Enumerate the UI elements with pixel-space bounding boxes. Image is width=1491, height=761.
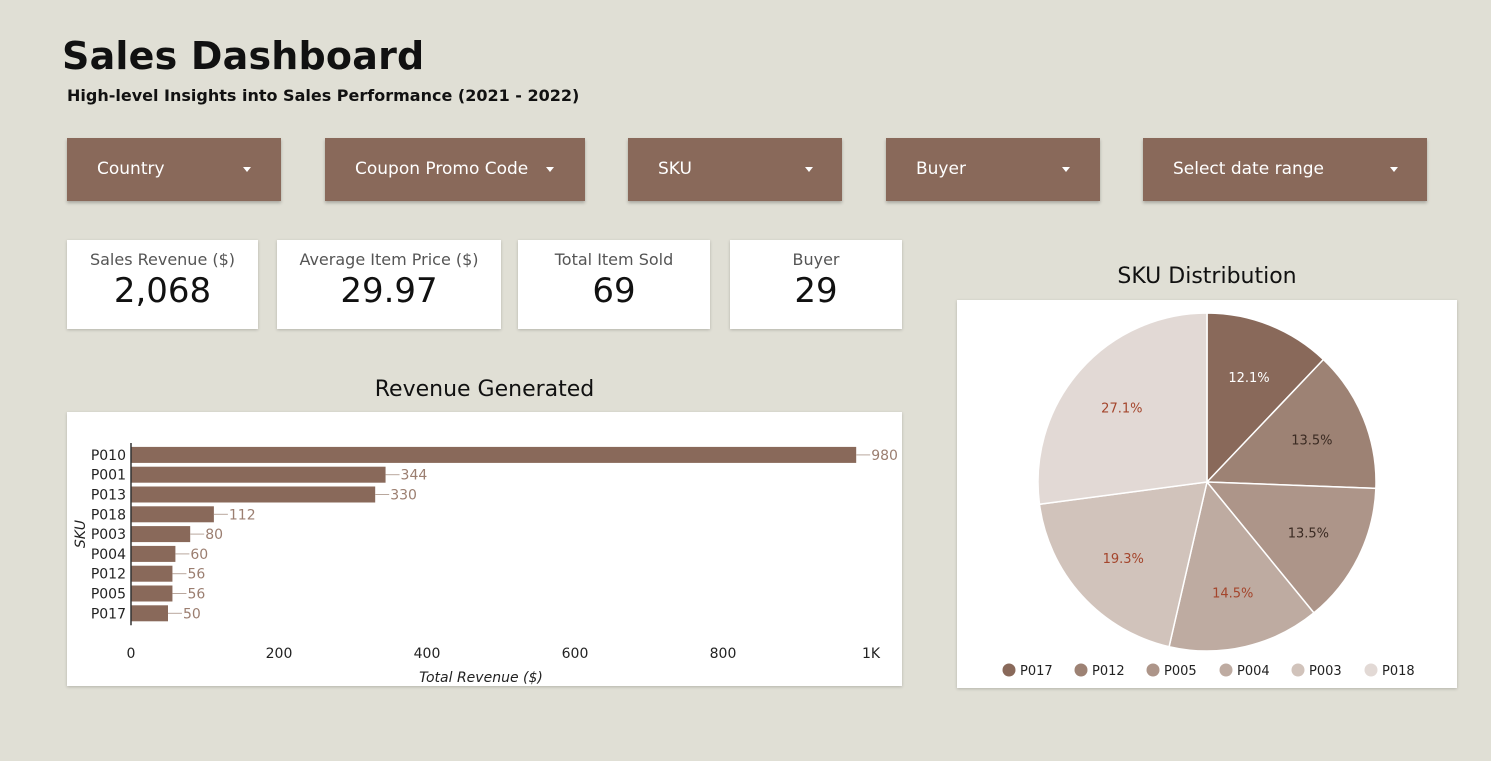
- revenue-bar-chart-panel: P010 980 P001 344 P013 330 P018 112 P003 80 P004 60…: [67, 412, 902, 686]
- slice-label: 14.5%: [1212, 586, 1253, 601]
- kpi-sales-revenue: Sales Revenue ($) 2,068: [67, 240, 258, 329]
- y-tick-label: P017: [91, 606, 126, 622]
- legend-swatch: [1074, 663, 1088, 677]
- kpi-value: 69: [592, 271, 636, 311]
- x-axis-label: Total Revenue ($): [419, 670, 543, 686]
- x-tick-label: 0: [127, 646, 136, 662]
- kpi-average-item-price: Average Item Price ($) 29.97: [277, 240, 501, 329]
- legend-label: P004: [1237, 664, 1270, 679]
- page-subtitle: High-level Insights into Sales Performan…: [67, 86, 580, 105]
- legend-label: P017: [1020, 664, 1053, 679]
- kpi-value: 29: [794, 271, 838, 311]
- bar-chart-title: Revenue Generated: [374, 377, 595, 402]
- revenue-bar-chart: P010 980 P001 344 P013 330 P018 112 P003 80 P004 60…: [73, 443, 898, 686]
- bar: [131, 486, 376, 503]
- chevron-down-icon: [1062, 167, 1070, 172]
- data-label: 60: [190, 547, 208, 563]
- x-tick-label: 600: [562, 646, 589, 662]
- data-label: 56: [187, 587, 205, 603]
- legend-swatch: [1291, 663, 1305, 677]
- slice-label: 13.5%: [1291, 433, 1332, 448]
- kpi-label: Total Item Sold: [554, 250, 674, 269]
- chevron-down-icon: [546, 167, 554, 172]
- slice-label: 12.1%: [1228, 371, 1269, 386]
- kpi-total-item-sold: Total Item Sold 69: [518, 240, 710, 329]
- kpi-label: Buyer: [792, 250, 840, 269]
- chevron-down-icon: [1390, 167, 1398, 172]
- kpi-value: 29.97: [340, 271, 438, 311]
- y-tick-label: P012: [91, 567, 126, 583]
- sku-pie-chart-panel: 12.1% 13.5% 13.5% 14.5% 19.3% 27.1% P017 P012 P0…: [957, 300, 1457, 688]
- filter-label: Select date range: [1173, 159, 1325, 179]
- y-tick-label: P005: [91, 587, 126, 603]
- y-tick-label: P001: [91, 468, 126, 484]
- kpi-label: Sales Revenue ($): [89, 250, 236, 269]
- y-tick-label: P003: [91, 527, 126, 543]
- legend-swatch: [1002, 663, 1016, 677]
- pie-chart-title: SKU Distribution: [1117, 264, 1297, 289]
- date-range-filter[interactable]: Select date range: [1143, 138, 1427, 201]
- sku-filter[interactable]: SKU: [628, 138, 842, 201]
- x-tick-label: 1K: [862, 646, 881, 662]
- chevron-down-icon: [243, 167, 251, 172]
- y-tick-label: P018: [91, 507, 126, 523]
- kpi-buyer: Buyer 29: [730, 240, 902, 329]
- y-axis-label: SKU: [73, 520, 89, 548]
- country-filter[interactable]: Country: [67, 138, 281, 201]
- bar: [131, 506, 214, 523]
- slice-label: 13.5%: [1288, 526, 1329, 541]
- legend-label: P012: [1092, 664, 1125, 679]
- y-tick-label: P004: [91, 547, 126, 563]
- slice-label: 19.3%: [1103, 552, 1144, 567]
- legend-swatch: [1146, 663, 1160, 677]
- x-tick-label: 800: [710, 646, 737, 662]
- data-label: 80: [205, 527, 223, 543]
- legend-label: P018: [1382, 664, 1415, 679]
- legend-swatch: [1364, 663, 1378, 677]
- filter-label: Buyer: [916, 159, 966, 179]
- bar: [131, 526, 191, 543]
- x-tick-label: 400: [414, 646, 441, 662]
- data-label: 50: [183, 606, 201, 622]
- x-tick-label: 200: [266, 646, 293, 662]
- data-label: 980: [871, 448, 898, 464]
- bar: [131, 545, 176, 562]
- sku-pie-chart: 12.1% 13.5% 13.5% 14.5% 19.3% 27.1% P017 P012 P0…: [1002, 312, 1415, 679]
- legend-label: P005: [1164, 664, 1197, 679]
- bar: [131, 605, 168, 622]
- data-label: 344: [401, 468, 428, 484]
- bar: [131, 565, 173, 582]
- legend-label: P003: [1309, 664, 1342, 679]
- filter-label: Country: [97, 159, 165, 179]
- data-label: 330: [390, 488, 417, 504]
- bar: [131, 466, 386, 483]
- kpi-label: Average Item Price ($): [299, 250, 479, 269]
- buyer-filter[interactable]: Buyer: [886, 138, 1100, 201]
- y-tick-label: P010: [91, 448, 126, 464]
- bar: [131, 446, 857, 463]
- filter-label: Coupon Promo Code: [355, 159, 529, 179]
- slice-label: 27.1%: [1101, 401, 1142, 416]
- data-label: 56: [187, 567, 205, 583]
- chevron-down-icon: [805, 167, 813, 172]
- kpi-value: 2,068: [113, 271, 212, 311]
- filter-label: SKU: [658, 159, 692, 179]
- page-title: Sales Dashboard: [62, 34, 425, 78]
- data-label: 112: [229, 507, 256, 523]
- legend-swatch: [1219, 663, 1233, 677]
- y-tick-label: P013: [91, 488, 126, 504]
- bar: [131, 585, 173, 602]
- coupon-promo-code-filter[interactable]: Coupon Promo Code: [325, 138, 585, 201]
